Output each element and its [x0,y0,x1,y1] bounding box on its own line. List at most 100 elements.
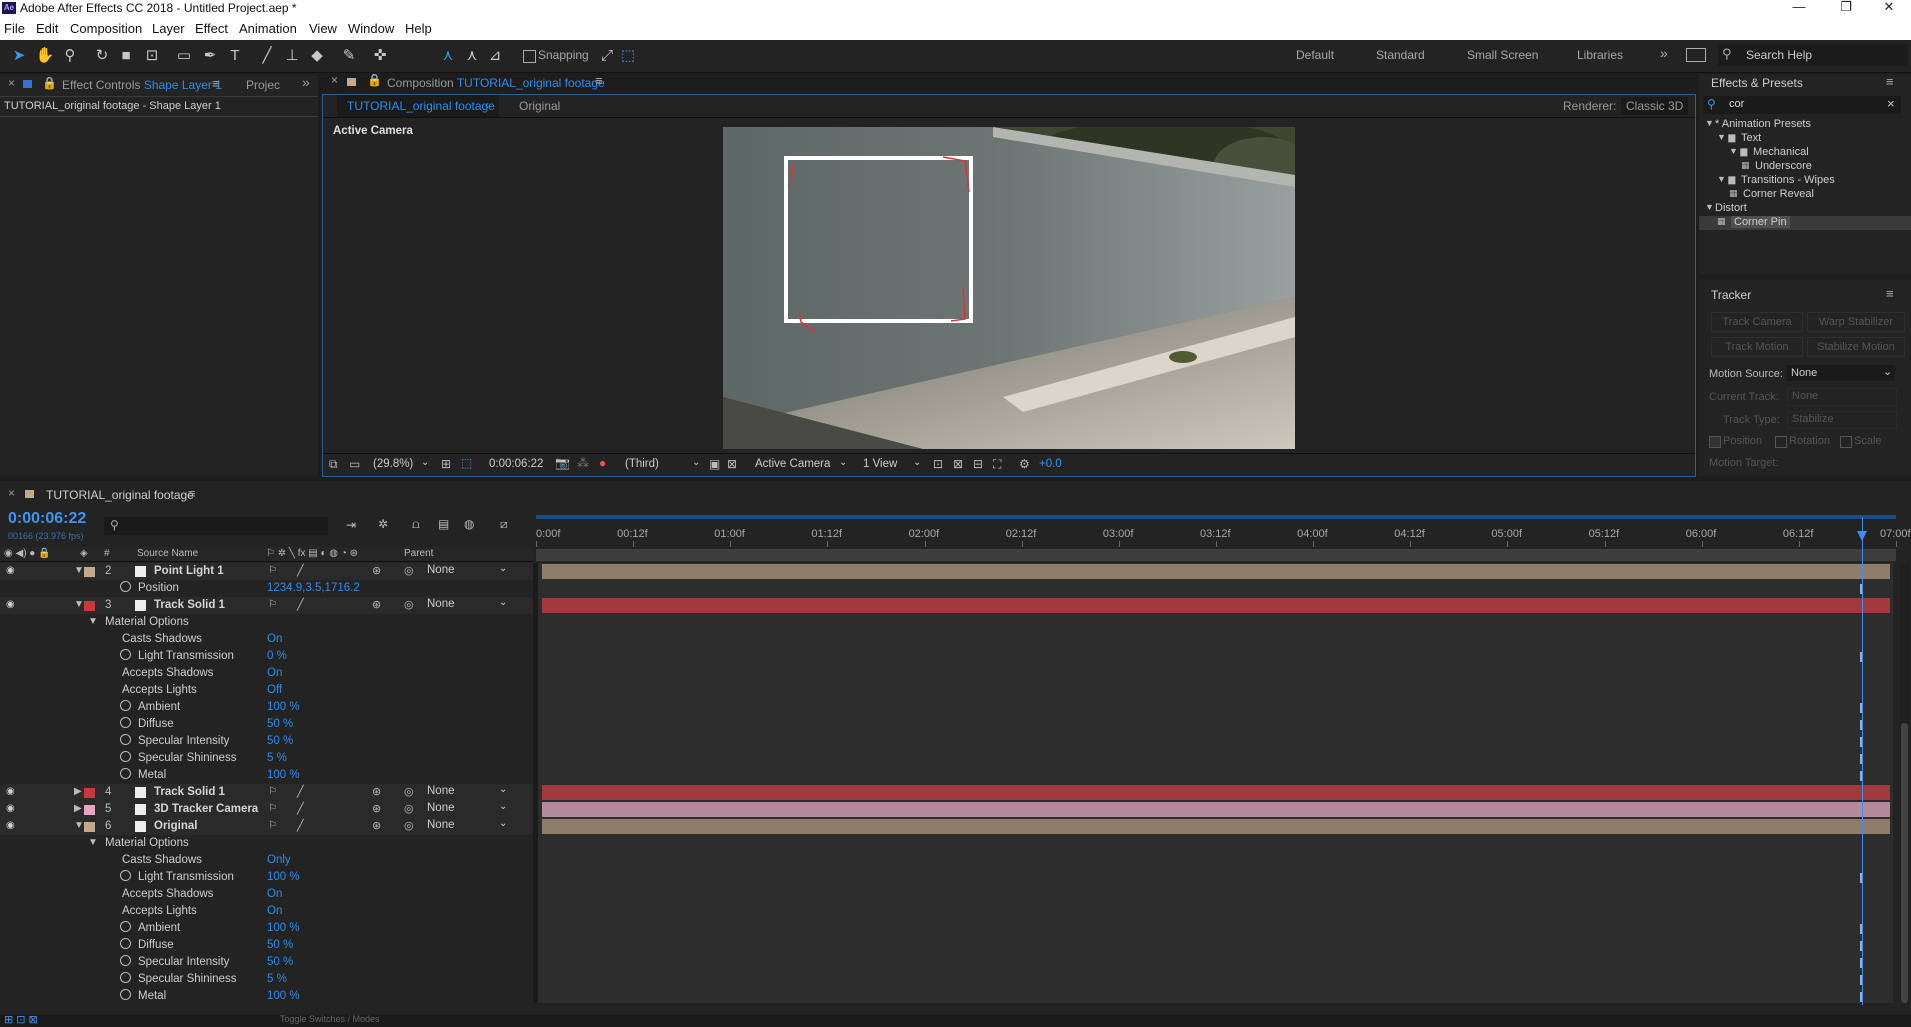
fast-previews-icon[interactable]: ⊠ [953,457,963,471]
stopwatch-icon[interactable] [120,938,131,949]
workspace-default[interactable]: Default [1296,48,1334,62]
snapping-checkbox[interactable] [523,50,536,63]
property-row[interactable]: Specular Shininess 5 % [0,971,533,989]
property-track[interactable] [538,648,1893,666]
layer-track[interactable] [538,784,1893,802]
property-track[interactable] [538,580,1893,598]
view-layout-select[interactable]: 1 View [863,458,897,470]
camera-view-select[interactable]: Active Camera [755,458,830,470]
property-value[interactable]: 100 % [267,871,300,883]
property-track[interactable] [538,937,1893,955]
quality-switch-icon[interactable]: ╱ [297,598,304,611]
time-ruler[interactable]: 0:00f 00:12f 01:00f 01:12f 02:00f 02:12f 03:00… [536,515,1911,561]
exposure-reset-icon[interactable]: ⚙ [1019,457,1030,471]
clear-search-icon[interactable]: × [1887,96,1895,111]
3d-layer-switch-icon[interactable]: ⊛ [372,564,381,577]
effects-tree-item[interactable]: ▦ Underscore [1699,160,1911,174]
renderer-value[interactable]: Classic 3D [1621,97,1689,115]
motion-blur-icon[interactable]: ◍ [464,517,474,531]
shy-switch-icon[interactable]: ⚐ [268,786,277,797]
rectangle-tool-icon[interactable]: ▭ [173,45,195,67]
type-tool-icon[interactable]: T [224,45,246,67]
flowchart-icon[interactable]: ⛶ [993,457,1001,472]
stopwatch-icon[interactable] [120,734,131,745]
expand-pane-icon[interactable]: ⊞ ⊡ ⊠ [4,1013,38,1026]
property-track[interactable] [538,954,1893,972]
property-track[interactable] [538,903,1893,921]
property-value[interactable]: 50 % [267,718,293,730]
menu-effect[interactable]: Effect [195,21,228,36]
scrollbar-thumb[interactable] [1901,723,1908,1003]
close-window-button[interactable]: ✕ [1869,0,1909,15]
property-row[interactable]: ▼ Material Options [0,835,533,853]
always-preview-icon[interactable]: ⧉ [329,457,338,472]
property-row[interactable]: Specular Intensity 50 % [0,954,533,972]
menu-file[interactable]: File [4,21,25,36]
tab-composition[interactable]: Composition TUTORIAL_original footage [387,76,605,90]
property-track[interactable] [538,614,1893,632]
property-row[interactable]: ▼ Material Options [0,614,533,632]
menu-help[interactable]: Help [405,21,432,36]
property-row[interactable]: Accepts Lights Off [0,682,533,700]
tracker-title[interactable]: Tracker [1711,288,1751,302]
track-motion-button[interactable]: Track Motion [1711,337,1803,357]
stopwatch-icon[interactable] [120,921,131,932]
property-track[interactable] [538,835,1893,853]
expanded-triangle-icon[interactable]: ▼ [88,616,98,627]
effects-tree-item[interactable]: ▼ ▆ Mechanical [1699,146,1911,160]
layer-duration-bar[interactable] [542,564,1890,579]
property-track[interactable] [538,886,1893,904]
work-area-bar[interactable] [536,515,1896,519]
parent-select[interactable]: None ⌄ [427,801,507,816]
stopwatch-icon[interactable] [120,581,131,592]
stopwatch-icon[interactable] [120,700,131,711]
layer-row[interactable]: ◉ ▼ 3 Track Solid 1 ⚐ ╱ ⊛ ◎ None ⌄ [0,597,533,615]
timeline-search-field[interactable]: ⚲ [104,517,328,535]
property-track[interactable] [538,665,1893,683]
property-row[interactable]: Accepts Lights On [0,903,533,921]
clone-stamp-tool-icon[interactable]: ⊥ [281,45,303,67]
property-value[interactable]: Off [267,684,282,696]
3d-layer-switch-icon[interactable]: ⊛ [372,819,381,832]
draft-3d-icon[interactable]: ✲ [378,517,388,531]
hand-tool-icon[interactable]: ✋ [34,45,56,67]
shy-switch-icon[interactable]: ⚐ [268,803,277,814]
effects-tree-item[interactable]: ▦ Corner Pin [1699,216,1911,230]
close-timeline-tab-icon[interactable]: × [8,486,15,500]
world-axis-icon[interactable]: ⋏ [461,45,483,67]
warp-stabilizer-button[interactable]: Warp Stabilizer [1807,312,1905,332]
composition-footage-frame[interactable] [723,127,1295,449]
quality-switch-icon[interactable]: ╱ [297,819,304,832]
quality-switch-icon[interactable]: ╱ [297,564,304,577]
menu-edit[interactable]: Edit [36,21,58,36]
property-track[interactable] [538,971,1893,989]
property-value[interactable]: On [267,667,282,679]
parent-select[interactable]: None ⌄ [427,597,507,612]
timeline-vertical-scrollbar[interactable] [1900,563,1909,1003]
property-value[interactable]: 0 % [267,650,287,662]
quality-switch-icon[interactable]: ╱ [297,802,304,815]
layer-name[interactable]: 3D Tracker Camera [154,803,258,815]
shy-layers-icon[interactable]: ⩍ [412,517,420,532]
stopwatch-icon[interactable] [120,768,131,779]
effects-tree-item[interactable]: ▼ ▆ Transitions - Wipes [1699,174,1911,188]
property-value[interactable]: 1234.9,3.5,1716.2 [267,582,360,594]
minimize-button[interactable]: — [1779,0,1819,14]
property-row[interactable]: Light Transmission 100 % [0,869,533,887]
lock-icon[interactable]: 🔒 [42,76,57,90]
effects-tree-item[interactable]: ▼ Distort [1699,202,1911,216]
shy-switch-icon[interactable]: ⚐ [268,599,277,610]
quality-switch-icon[interactable]: ╱ [297,785,304,798]
brush-tool-icon[interactable]: ╱ [256,45,278,67]
stopwatch-icon[interactable] [120,751,131,762]
visibility-eye-icon[interactable]: ◉ [6,786,15,797]
selection-tool-icon[interactable]: ➤ [8,45,30,67]
effects-tree-item[interactable]: ▼ * Animation Presets [1699,118,1911,132]
property-track[interactable] [538,716,1893,734]
zoom-tool-icon[interactable]: ⚲ [59,45,81,67]
expanded-triangle-icon[interactable]: ▼ [74,820,84,831]
parent-pickwhip-icon[interactable]: ◎ [404,564,414,577]
magnification-select[interactable]: (29.8%) [373,458,413,470]
property-track[interactable] [538,699,1893,717]
workspace-libraries[interactable]: Libraries [1577,48,1623,62]
